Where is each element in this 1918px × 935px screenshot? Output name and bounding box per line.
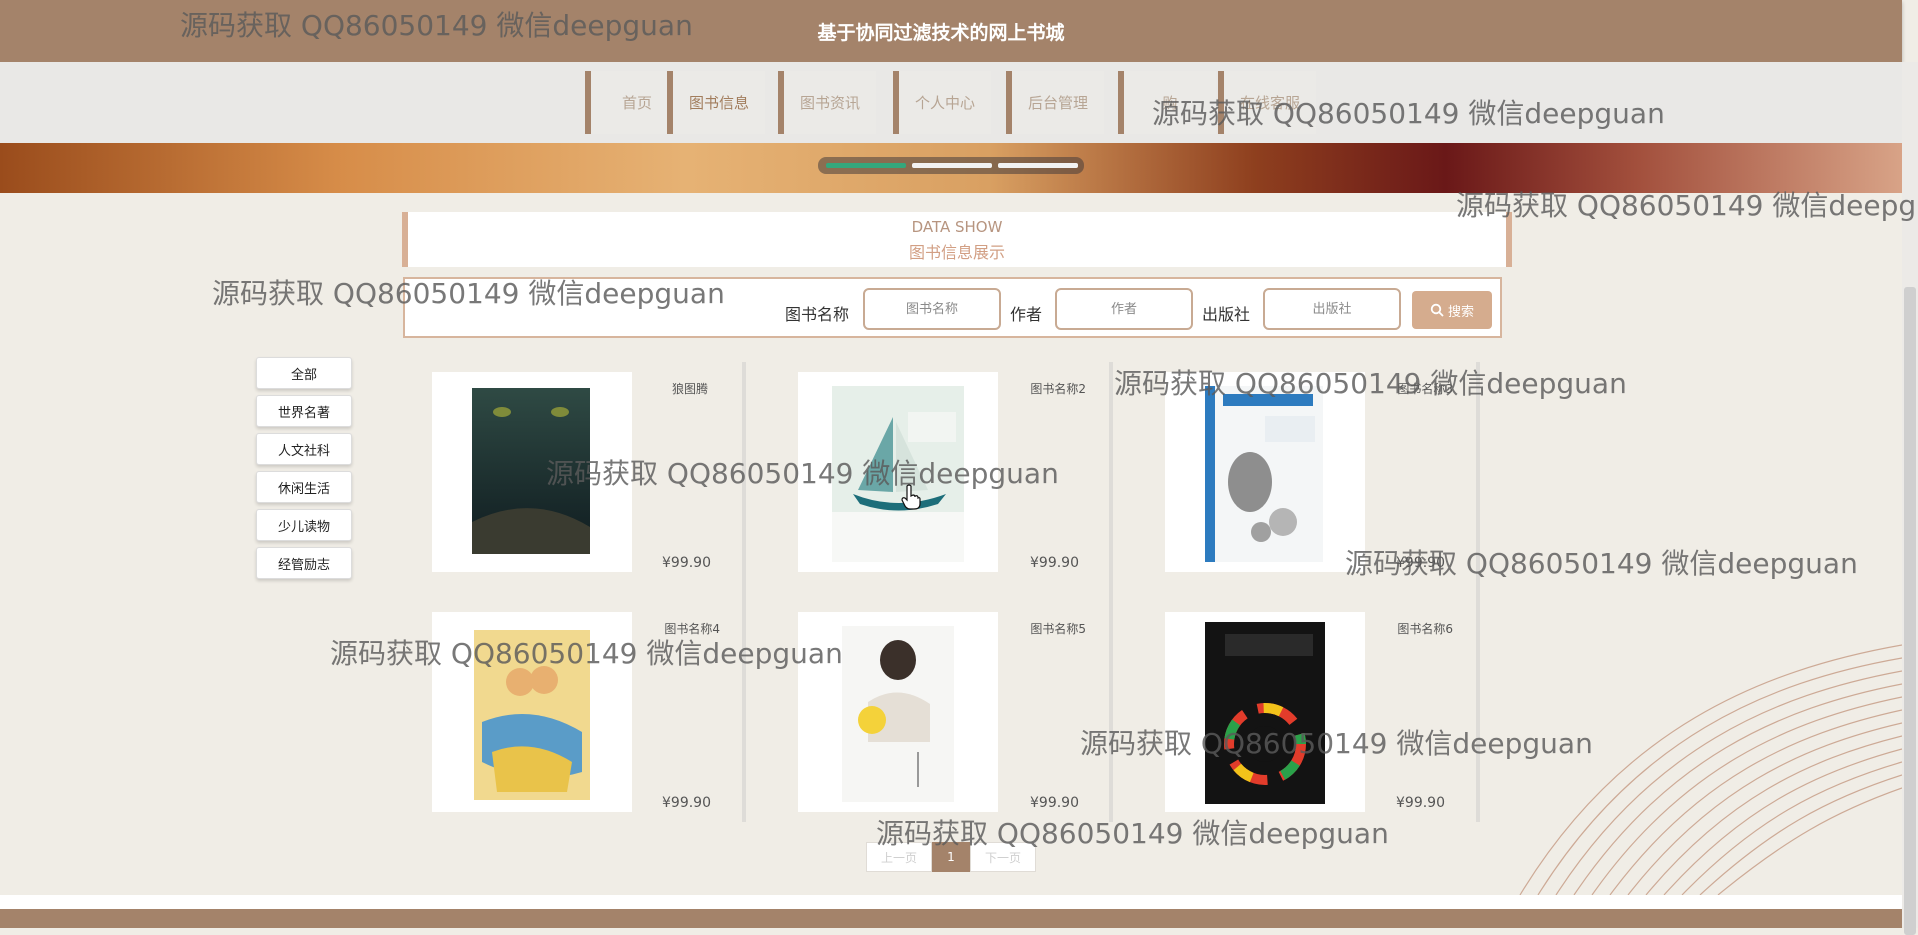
book-price-3: ¥99.90 xyxy=(1396,555,1445,571)
book-cover-image xyxy=(842,626,954,802)
section-title-cn: 图书信息展示 xyxy=(908,243,1005,262)
search-button-label: 搜索 xyxy=(1447,304,1474,320)
author-input[interactable] xyxy=(1055,288,1193,330)
nav-item-personal-center[interactable]: 个人中心 xyxy=(893,71,991,134)
category-children[interactable]: 少儿读物 xyxy=(256,509,352,541)
book-price-2: ¥99.90 xyxy=(1030,555,1079,571)
nav-item-book-info[interactable]: 图书信息 xyxy=(667,71,765,134)
book-cover-5[interactable] xyxy=(798,612,998,812)
book-price-5: ¥99.90 xyxy=(1030,795,1079,811)
book-name-label: 图书名称 xyxy=(785,305,850,324)
book-price-1: ¥99.90 xyxy=(662,555,711,571)
hand-cursor-icon xyxy=(901,484,921,510)
nav-item-customer-service[interactable]: 在线客服 xyxy=(1218,71,1316,134)
book-cover-image xyxy=(832,386,964,562)
search-icon xyxy=(1430,303,1444,317)
footer xyxy=(0,909,1902,928)
pagination-page-1[interactable]: 1 xyxy=(932,842,970,872)
carousel-dot-1[interactable] xyxy=(826,163,906,168)
book-cover-6[interactable] xyxy=(1165,612,1365,812)
book-price-4: ¥99.90 xyxy=(662,795,711,811)
book-name-5[interactable]: 图书名称5 xyxy=(966,620,1086,637)
book-name-4[interactable]: 图书名称4 xyxy=(600,620,720,637)
search-bar: 图书名称 作者 出版社 搜索 xyxy=(403,277,1502,338)
book-name-2[interactable]: 图书名称2 xyxy=(966,380,1086,397)
book-cover-4[interactable] xyxy=(432,612,632,812)
grid-divider xyxy=(1476,362,1480,822)
publisher-label: 出版社 xyxy=(1202,305,1251,324)
section-title-box: DATA SHOW 图书信息展示 xyxy=(402,212,1512,267)
book-cover-image xyxy=(1205,622,1325,804)
category-business[interactable]: 经管励志 xyxy=(256,547,352,579)
author-label: 作者 xyxy=(1010,305,1043,324)
publisher-input[interactable] xyxy=(1263,288,1401,330)
category-all[interactable]: 全部 xyxy=(256,357,352,389)
nav-item-book-news[interactable]: 图书资讯 xyxy=(778,71,876,134)
search-button[interactable]: 搜索 xyxy=(1412,291,1492,329)
section-title-en: DATA SHOW xyxy=(911,218,1003,236)
nav-item-admin[interactable]: 后台管理 xyxy=(1006,71,1104,134)
book-name-6[interactable]: 图书名称6 xyxy=(1333,620,1453,637)
book-price-6: ¥99.90 xyxy=(1396,795,1445,811)
book-name-3[interactable]: 图书名称3 xyxy=(1333,380,1453,397)
book-name-input[interactable] xyxy=(863,288,1001,330)
book-cover-2[interactable] xyxy=(798,372,998,572)
carousel-dot-2[interactable] xyxy=(912,163,992,168)
nav-item-cart[interactable]: 购 xyxy=(1118,71,1216,134)
site-title: 基于协同过滤技术的网上书城 xyxy=(817,22,1065,44)
decorative-arcs xyxy=(1519,644,1902,895)
carousel-dot-3[interactable] xyxy=(998,163,1078,168)
pagination-prev[interactable]: 上一页 xyxy=(866,842,932,872)
book-name-1[interactable]: 狼图腾 xyxy=(588,380,708,397)
scrollbar-thumb[interactable] xyxy=(1904,287,1916,935)
category-leisure[interactable]: 休闲生活 xyxy=(256,471,352,503)
header: 基于协同过滤技术的网上书城 xyxy=(0,0,1902,62)
book-cover-1[interactable] xyxy=(432,372,632,572)
pagination-next[interactable]: 下一页 xyxy=(970,842,1036,872)
main-nav: 首页 图书信息 图书资讯 个人中心 后台管理 购 在线客服 xyxy=(0,62,1902,143)
book-cover-image xyxy=(1205,386,1323,562)
grid-divider xyxy=(742,362,746,822)
book-cover-3[interactable] xyxy=(1165,372,1365,572)
grid-divider xyxy=(1109,362,1113,822)
category-world-classics[interactable]: 世界名著 xyxy=(256,395,352,427)
category-humanities[interactable]: 人文社科 xyxy=(256,433,352,465)
book-cover-image xyxy=(472,388,590,554)
book-cover-image xyxy=(474,630,590,800)
scrollbar[interactable] xyxy=(1902,62,1918,935)
footer-divider xyxy=(0,895,1902,909)
banner-carousel xyxy=(0,143,1902,193)
